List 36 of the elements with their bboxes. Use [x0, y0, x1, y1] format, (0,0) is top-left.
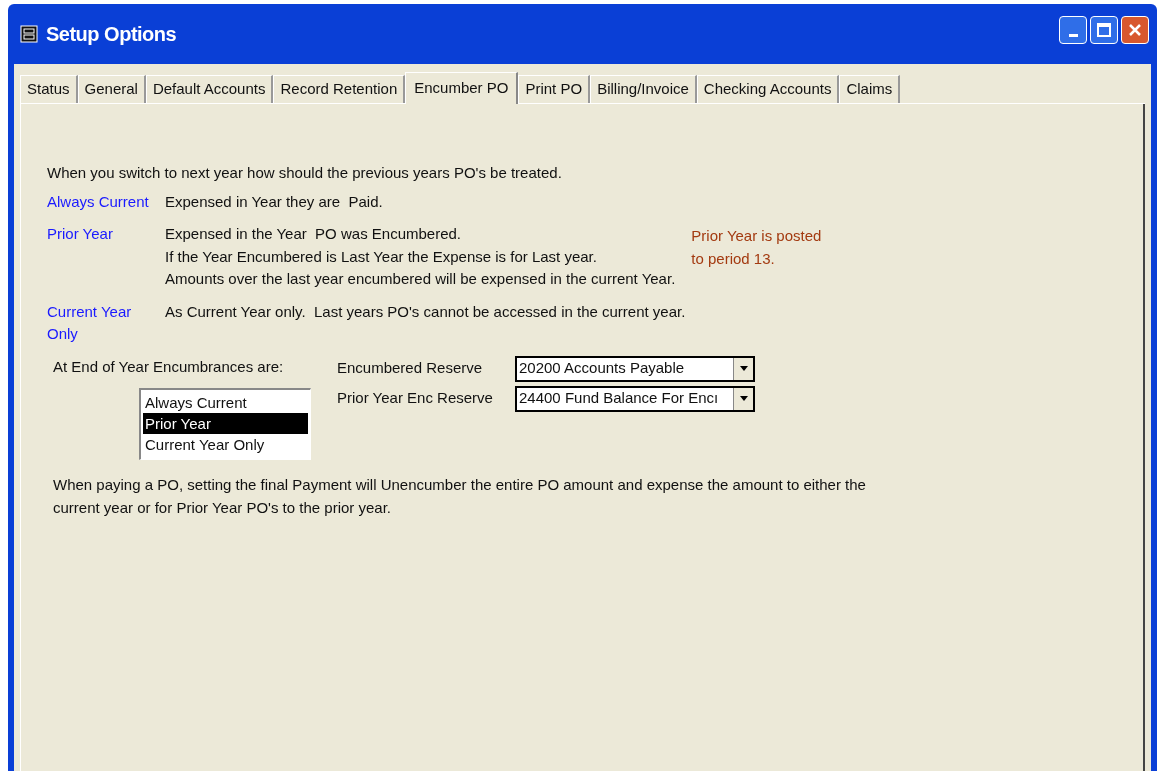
window-title: Setup Options	[46, 22, 177, 47]
option-description: Expensed in Year they are Paid.	[165, 191, 383, 212]
list-item[interactable]: Prior Year	[143, 413, 308, 434]
option-label: Always Current	[47, 191, 150, 212]
option-label: Prior Year	[47, 224, 114, 244]
tab[interactable]: Record Retention	[273, 75, 406, 103]
option-description: If the Year Encumbered is Last Year the Expense is for Last year.	[165, 246, 598, 267]
intro-text: When you switch to next year how should the previous years PO's be treated.	[47, 163, 563, 183]
tab[interactable]: Checking Accounts	[696, 75, 840, 103]
app-icon	[20, 25, 38, 43]
tab[interactable]: Claims	[839, 75, 901, 103]
tab[interactable]: General	[77, 75, 146, 103]
tab[interactable]: Print PO	[518, 75, 591, 103]
treatment-listbox[interactable]: Always Current Prior Year Current Year Only	[139, 388, 311, 460]
field-label: Prior Year Enc Reserve	[337, 388, 494, 409]
tab[interactable]: Default Accounts	[145, 75, 274, 103]
maximize-button[interactable]	[1090, 16, 1118, 44]
account-dropdown[interactable]: 24400 Fund Balance For Encı	[515, 385, 755, 412]
close-icon	[1128, 23, 1142, 37]
option-description: As Current Year only. Last years PO's cannot be accessed in the current year.	[165, 301, 686, 322]
end-of-year-label: At End of Year Encumbrances are:	[53, 356, 285, 377]
option-label: Current Year Only	[47, 301, 133, 344]
close-button[interactable]	[1121, 16, 1149, 44]
list-item[interactable]: Current Year Only	[143, 434, 308, 455]
tab[interactable]: Billing/Invoice	[590, 75, 697, 103]
footer-text: When paying a PO, setting the final Payment will Unencumber the entire PO amount and expense the amount to either the current year or for Prior Year PO's to the prior year.	[53, 475, 867, 518]
minimize-button[interactable]	[1059, 16, 1087, 44]
option-description: Expensed in the Year PO was Encumbered.	[165, 224, 462, 244]
option-description: Amounts over the last year encumbered will be expensed in the current Year.	[165, 269, 676, 289]
tab[interactable]: Encumber PO	[405, 72, 519, 104]
field-label: Encumbered Reserve	[337, 358, 484, 379]
note-text: to period 13.	[691, 248, 776, 269]
account-dropdown[interactable]: 20200 Accounts Payable	[515, 355, 755, 382]
note-text: Prior Year is posted	[691, 226, 822, 246]
tab[interactable]: Status	[20, 75, 78, 103]
list-item[interactable]: Always Current	[143, 392, 308, 413]
